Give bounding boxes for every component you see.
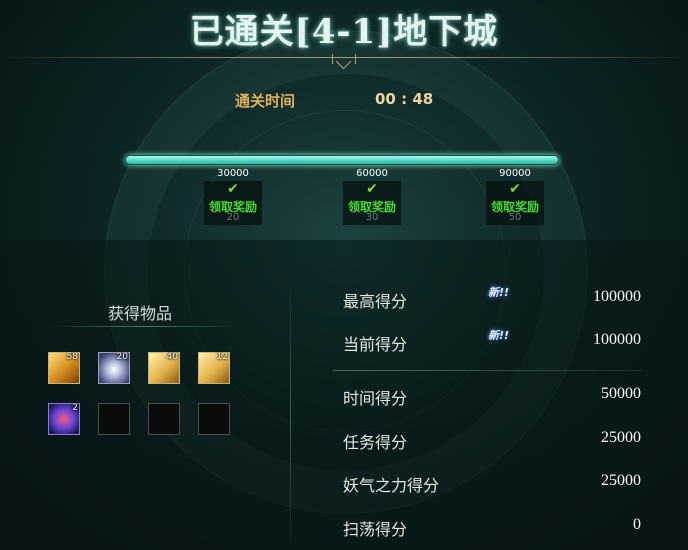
title-ornament-icon [332,54,356,64]
milestone-reward-1[interactable]: 30000 ✔ 领取奖励 20 [198,168,268,225]
item-count: 12 [216,352,228,362]
page-title: 已通关[4-1]地下城 [189,12,499,52]
claim-reward-button[interactable]: ✔ 领取奖励 50 [486,181,544,225]
score-label: 时间得分 [343,389,408,408]
item-slot-empty [98,403,130,435]
panel-divider [290,292,291,540]
score-row-time: 时间得分 50000 [343,385,641,409]
score-label: 妖气之力得分 [343,476,440,495]
score-label: 当前得分 [343,335,408,354]
item-count: 2 [72,403,78,413]
claim-reward-button[interactable]: ✔ 领取奖励 30 [343,181,401,225]
item-count: 58 [66,352,78,362]
item-slot-gem-ball-icon[interactable]: 2 [48,403,80,435]
items-heading: 获得物品 [108,304,173,323]
score-value: 100000 [593,288,641,305]
score-label: 最高得分 [343,292,408,311]
score-row-demon-power: 妖气之力得分 25000 [343,472,641,496]
item-slot-empty [148,403,180,435]
item-count: 20 [116,352,128,362]
score-label: 任务得分 [343,433,408,452]
item-slot-empty [198,403,230,435]
clear-time-value: 00 : 48 [375,90,434,108]
score-value: 25000 [601,429,641,446]
milestone-reward-2[interactable]: 60000 ✔ 领取奖励 30 [337,168,407,225]
new-record-badge: 新!! [488,329,510,342]
score-row-task: 任务得分 25000 [343,429,641,453]
score-value: 100000 [593,331,641,348]
score-value: 50000 [601,385,641,402]
item-slot-gold-cards-icon[interactable]: 12 [198,352,230,384]
claim-reward-button[interactable]: ✔ 领取奖励 20 [204,181,262,225]
score-row-sweep: 扫荡得分 0 [343,516,641,540]
items-divider [48,326,240,327]
score-row-current: 当前得分 新!! 100000 [343,329,641,355]
score-progress-bar [125,155,559,165]
check-icon: ✔ [509,181,521,197]
score-row-best: 最高得分 新!! 100000 [343,286,641,312]
item-slot-silver-orb-icon[interactable]: 20 [98,352,130,384]
milestone-number: 50 [508,212,522,223]
milestone-score: 60000 [356,168,388,179]
score-divider [333,370,641,371]
clear-time-label: 通关时间 [235,92,296,110]
check-icon: ✔ [366,181,378,197]
milestone-reward-3[interactable]: 90000 ✔ 领取奖励 50 [480,168,550,225]
milestone-score: 90000 [499,168,531,179]
milestone-number: 30 [365,212,379,223]
item-slot-gold-card-icon[interactable]: 40 [148,352,180,384]
check-icon: ✔ [227,181,239,197]
score-value: 0 [633,516,641,533]
milestone-score: 30000 [217,168,249,179]
milestone-number: 20 [226,212,240,223]
score-label: 扫荡得分 [343,520,408,539]
item-count: 40 [166,352,178,362]
new-record-badge: 新!! [488,286,510,299]
item-slot-gold-scroll-icon[interactable]: 58 [48,352,80,384]
score-value: 25000 [601,472,641,489]
